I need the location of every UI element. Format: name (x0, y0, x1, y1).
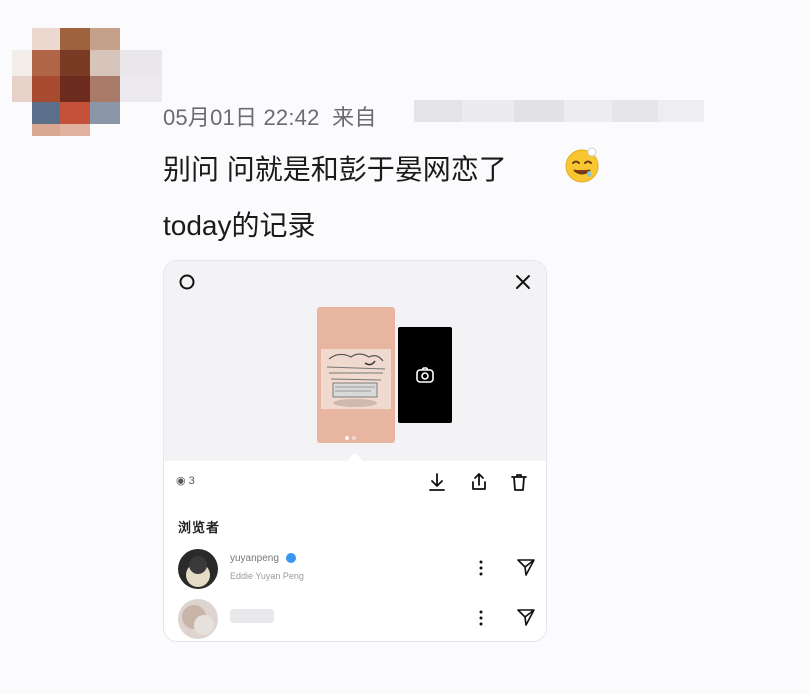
post-meta: 05月01日 22:42 来自 (163, 100, 377, 132)
story-toolbar: ◉ 3 (164, 461, 546, 505)
post-source-prefix: 来自 (332, 105, 377, 130)
download-icon[interactable] (426, 471, 448, 493)
post-text-line-2: today的记录 (163, 210, 316, 241)
view-count-value: 3 (188, 475, 195, 487)
trash-icon[interactable] (508, 471, 530, 493)
more-vertical-icon[interactable] (476, 607, 486, 629)
add-story-tile[interactable] (398, 327, 452, 423)
verified-badge-icon (286, 553, 296, 563)
viewer-fullname: Eddie Yuyan Peng (230, 571, 304, 581)
post-date: 05月01日 22:42 (163, 105, 320, 130)
story-thumbnail[interactable] (317, 307, 395, 443)
camera-icon (416, 367, 434, 383)
send-icon[interactable] (516, 557, 536, 577)
sketch-image (321, 349, 391, 409)
blurred-username (230, 609, 274, 623)
view-count[interactable]: ◉ 3 (176, 474, 195, 487)
share-icon[interactable] (468, 471, 490, 493)
avatar[interactable] (178, 549, 218, 589)
pixelated-avatar[interactable] (12, 28, 162, 136)
viewer-username: yuyanpeng (230, 553, 279, 564)
selection-caret (347, 453, 363, 461)
send-icon[interactable] (516, 607, 536, 627)
viewer-row[interactable] (164, 595, 546, 641)
story-preview-area (164, 261, 546, 461)
viewer-row[interactable]: yuyanpeng Eddie Yuyan Peng (164, 545, 546, 593)
eye-icon: ◉ (176, 475, 186, 487)
circle-icon[interactable] (178, 273, 196, 291)
close-icon[interactable] (512, 271, 534, 293)
more-vertical-icon[interactable] (476, 557, 486, 579)
drooling-face-emoji (565, 147, 599, 183)
post-text-line-1: 别问 问就是和彭于晏网恋了 (163, 154, 507, 185)
story-screenshot-card[interactable]: ◉ 3 浏览者 yuyanpeng Eddie Yuyan Peng (163, 260, 547, 642)
blurred-avatar[interactable] (178, 599, 218, 639)
story-page-dots (345, 427, 359, 443)
viewers-title: 浏览者 (178, 520, 221, 535)
blurred-source (414, 100, 704, 122)
